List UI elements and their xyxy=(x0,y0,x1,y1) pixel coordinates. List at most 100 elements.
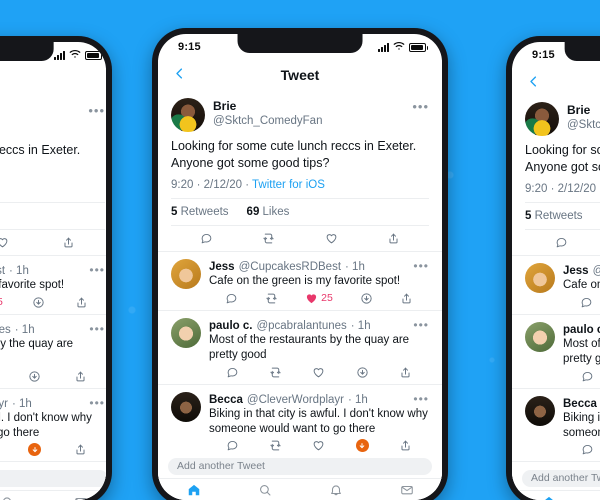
action-reply-icon[interactable] xyxy=(555,236,568,249)
avatar-jess[interactable] xyxy=(525,262,555,293)
action-reply-icon[interactable] xyxy=(581,443,594,456)
reply-item[interactable]: paulo c.@pcabralantunes· 1h•••Most of th… xyxy=(0,315,106,389)
action-like-heart-icon[interactable]: 25 xyxy=(0,296,3,309)
status-time: 9:15 xyxy=(532,49,555,61)
tweet-feed[interactable]: Brie@Sktch_ComedyFan•••Looking for some … xyxy=(0,94,106,500)
composer-placeholder: Add another Tweet xyxy=(177,460,265,472)
avatar-brie[interactable] xyxy=(171,98,205,132)
reply-actions: 25 xyxy=(209,289,429,307)
action-reply-icon[interactable] xyxy=(200,232,213,245)
action-downvote-icon[interactable] xyxy=(28,370,41,383)
action-downvote-icon[interactable] xyxy=(32,296,45,309)
more-horizontal-icon[interactable]: ••• xyxy=(89,263,105,277)
action-downvote-icon[interactable] xyxy=(356,366,369,379)
action-downvote-icon[interactable] xyxy=(28,443,42,457)
action-downvote-icon[interactable] xyxy=(355,439,369,453)
bottom-tabbar xyxy=(0,490,106,500)
tweet-text: Looking for some cute lunch reccs in Exe… xyxy=(171,139,417,170)
likes-stat[interactable]: 69 Likes xyxy=(247,206,290,218)
reply-item[interactable]: Jess@CupcakesRDBest· 1h•••Cafe on the gr… xyxy=(0,256,106,315)
action-retweet-icon[interactable] xyxy=(269,439,282,452)
action-share-icon[interactable] xyxy=(74,443,87,456)
bottom-tabbar xyxy=(158,478,442,500)
action-share-icon[interactable] xyxy=(62,236,75,249)
tab-messages-envelope-icon[interactable] xyxy=(400,483,414,497)
tweet-text: Looking for some cute lunch reccs in Exe… xyxy=(525,143,600,174)
reply-item[interactable]: paulo c.@pcabralantunes· 1h•••Most of th… xyxy=(512,315,600,389)
action-like-heart-icon[interactable] xyxy=(0,236,9,249)
action-retweet-icon[interactable] xyxy=(262,232,275,245)
battery-icon xyxy=(85,50,104,60)
action-downvote-icon[interactable] xyxy=(360,292,373,305)
action-share-icon[interactable] xyxy=(400,292,413,305)
action-reply-icon[interactable] xyxy=(225,292,238,305)
reply-author-handle: @CleverWordplayr xyxy=(246,393,344,406)
tweet-feed[interactable]: Brie@Sktch_ComedyFan•••Looking for some … xyxy=(158,90,442,500)
action-reply-icon[interactable] xyxy=(580,296,593,309)
composer-bar: Add another Tweet xyxy=(512,466,600,490)
action-reply-icon[interactable] xyxy=(581,370,594,383)
avatar-becca[interactable] xyxy=(525,395,555,426)
add-another-tweet-input[interactable]: Add another Tweet xyxy=(522,469,600,487)
tab-home-icon[interactable] xyxy=(187,483,201,497)
tab-messages-envelope-icon[interactable] xyxy=(74,495,88,500)
reply-item[interactable]: Becca@CleverWordplayr· 1h•••Biking in th… xyxy=(158,385,442,459)
action-reply-icon[interactable] xyxy=(226,366,239,379)
action-share-icon[interactable] xyxy=(399,366,412,379)
tweet-text: Looking for some cute lunch reccs in Exe… xyxy=(0,143,81,157)
more-horizontal-icon[interactable]: ••• xyxy=(89,396,105,410)
more-horizontal-icon[interactable]: ••• xyxy=(413,392,429,406)
tab-home-icon[interactable] xyxy=(542,495,556,500)
tweet-date: 2/12/20 xyxy=(203,178,242,191)
action-share-icon[interactable] xyxy=(75,296,88,309)
add-another-tweet-input[interactable]: Add another Tweet xyxy=(0,469,106,487)
action-like-heart-icon[interactable] xyxy=(312,439,325,452)
action-retweet-icon[interactable] xyxy=(269,366,282,379)
action-like-heart-icon[interactable]: 25 xyxy=(305,292,333,305)
tweet-author-name: Brie xyxy=(0,103,80,118)
bottom-tabbar xyxy=(512,490,600,500)
tab-search-icon[interactable] xyxy=(258,483,272,497)
tab-notifications-bell-icon[interactable] xyxy=(0,495,14,500)
action-share-icon[interactable] xyxy=(387,232,400,245)
reply-timestamp: · 1h xyxy=(350,319,371,332)
reply-text: Most of the restaurants by the quay are … xyxy=(209,333,410,361)
chevron-left-icon[interactable] xyxy=(172,66,187,85)
more-horizontal-icon[interactable]: ••• xyxy=(412,98,429,113)
more-horizontal-icon[interactable]: ••• xyxy=(413,259,429,273)
add-another-tweet-input[interactable]: Add another Tweet xyxy=(168,457,432,475)
reply-item[interactable]: Jess@CupcakesRDBest· 1h•••Cafe on the gr… xyxy=(512,256,600,315)
more-horizontal-icon[interactable]: ••• xyxy=(413,318,429,332)
reply-item[interactable]: Becca@CleverWordplayr· 1h•••Biking in th… xyxy=(512,389,600,463)
action-like-heart-icon[interactable] xyxy=(312,366,325,379)
retweets-stat[interactable]: 5 Retweets xyxy=(525,210,583,222)
reply-actions xyxy=(0,367,105,385)
more-horizontal-icon[interactable]: ••• xyxy=(89,322,105,336)
tweet-stats: 5 Retweets69 Likes xyxy=(525,203,600,230)
reply-author-handle: @CupcakesRDBest xyxy=(238,260,342,273)
avatar-paulo[interactable] xyxy=(525,321,555,352)
retweets-stat[interactable]: 5 Retweets xyxy=(171,206,229,218)
avatar-jess[interactable] xyxy=(171,258,201,289)
reply-author-name: paulo c. xyxy=(209,319,253,332)
chevron-left-icon[interactable] xyxy=(526,74,541,93)
page-title: Tweet xyxy=(0,75,106,91)
action-share-icon[interactable] xyxy=(399,439,412,452)
reply-item[interactable]: paulo c.@pcabralantunes· 1h•••Most of th… xyxy=(158,311,442,385)
action-reply-icon[interactable] xyxy=(226,439,239,452)
action-like-heart-icon[interactable] xyxy=(325,232,338,245)
avatar-becca[interactable] xyxy=(171,391,201,422)
avatar-brie[interactable] xyxy=(525,102,559,136)
action-retweet-icon[interactable] xyxy=(265,292,278,305)
more-horizontal-icon[interactable]: ••• xyxy=(88,102,105,117)
phone-right: 9:15TweetBrie@Sktch_ComedyFan•••Looking … xyxy=(506,36,600,500)
reply-item[interactable]: Becca@CleverWordplayr· 1h•••Biking in th… xyxy=(0,389,106,463)
action-share-icon[interactable] xyxy=(74,370,87,383)
tab-notifications-bell-icon[interactable] xyxy=(329,483,343,497)
reply-author-name: Becca xyxy=(209,393,243,406)
avatar-paulo[interactable] xyxy=(171,317,201,348)
reply-author-handle: @pcabralantunes xyxy=(0,323,11,336)
tweet-source[interactable]: Twitter for iOS xyxy=(252,179,325,191)
reply-item[interactable]: Jess@CupcakesRDBest· 1h•••Cafe on the gr… xyxy=(158,252,442,311)
tweet-feed[interactable]: Brie@Sktch_ComedyFan•••Looking for some … xyxy=(512,94,600,500)
